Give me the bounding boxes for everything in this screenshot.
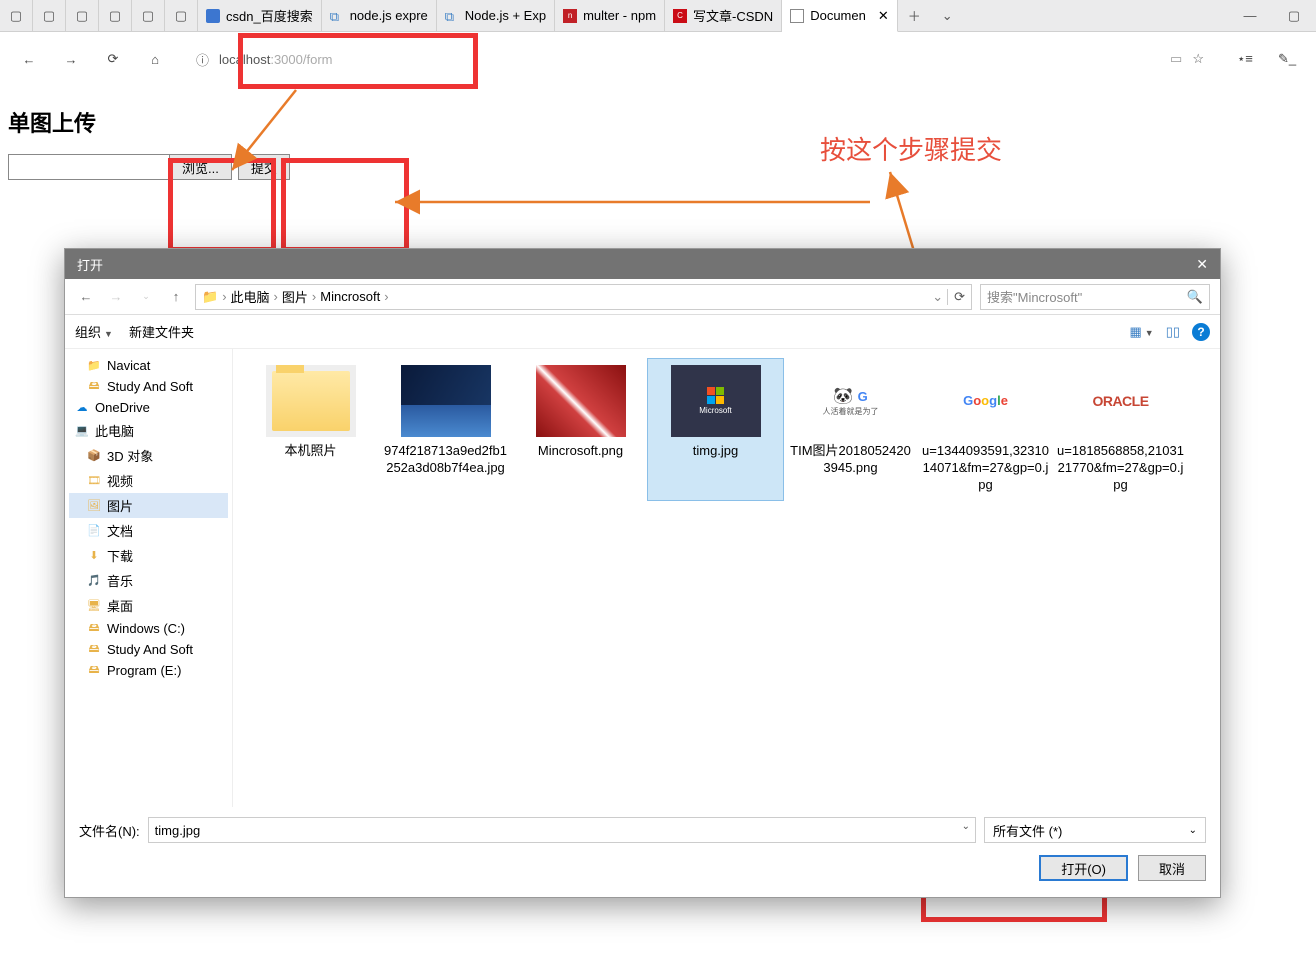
nav-forward-icon[interactable]: → xyxy=(105,286,127,308)
tree-item[interactable]: ☁OneDrive xyxy=(69,397,228,418)
tabbar-square[interactable]: ▢ xyxy=(132,0,165,31)
close-icon[interactable]: ✕ xyxy=(878,8,889,24)
dialog-toolbar: 组织▼ 新建文件夹 ▦▼ ▯▯ ? xyxy=(65,315,1220,349)
info-icon: ⓘ xyxy=(196,50,209,69)
newfolder-button[interactable]: 新建文件夹 xyxy=(129,322,194,341)
browse-button[interactable]: 浏览... xyxy=(169,155,231,179)
cancel-button[interactable]: 取消 xyxy=(1138,855,1206,881)
search-input[interactable]: 搜索"Mincrosoft" 🔍 xyxy=(980,284,1210,310)
close-icon[interactable]: ✕ xyxy=(1196,256,1208,273)
chevron-down-icon[interactable]: ⌄ xyxy=(962,821,970,832)
file-input[interactable]: 浏览... xyxy=(8,154,232,180)
refresh-icon[interactable]: ⟳ xyxy=(947,289,965,305)
tree-item[interactable]: 🖥桌面 xyxy=(69,593,228,618)
file-item[interactable]: Mincrosoft.png xyxy=(513,359,648,500)
search-icon: 🔍 xyxy=(1187,289,1203,305)
browser-tabbar: ▢ ▢ ▢ ▢ ▢ ▢ csdn_百度搜索 ⧉node.js expre ⧉No… xyxy=(0,0,1316,32)
favorites-icon[interactable]: ⋆≡ xyxy=(1232,46,1258,72)
page-content: 单图上传 浏览... 提交 xyxy=(0,86,1316,200)
tabbar-square[interactable]: ▢ xyxy=(99,0,132,31)
folder-icon: 📁 xyxy=(202,289,218,305)
tree-item[interactable]: 🖴Windows (C:) xyxy=(69,618,228,639)
breadcrumb-seg[interactable]: 此电脑 xyxy=(231,287,270,306)
filename-label: 文件名(N): xyxy=(79,821,140,840)
folder-tree[interactable]: 📁Navicat🖴Study And Soft☁OneDrive💻此电脑📦3D … xyxy=(65,349,233,807)
file-item[interactable]: ORACLEu=1818568858,2103121770&fm=27&gp=0… xyxy=(1053,359,1188,500)
filename-input[interactable] xyxy=(148,817,976,843)
submit-button[interactable]: 提交 xyxy=(238,154,290,180)
breadcrumb-seg[interactable]: Mincrosoft xyxy=(320,289,380,304)
file-open-dialog: 打开 ✕ ← → ⌄ ↑ 📁 › 此电脑 › 图片 › Mincrosoft ›… xyxy=(64,248,1221,898)
back-button[interactable]: ← xyxy=(16,46,42,72)
url-path: :3000/form xyxy=(270,52,332,67)
window-maximize[interactable]: ▢ xyxy=(1272,0,1316,31)
chevron-down-icon: ⌄ xyxy=(1189,825,1197,836)
refresh-button[interactable]: ⟳ xyxy=(100,46,126,72)
view-icon[interactable]: ▦▼ xyxy=(1129,324,1153,340)
preview-pane-icon[interactable]: ▯▯ xyxy=(1166,324,1180,340)
nav-recent-icon[interactable]: ⌄ xyxy=(135,286,157,308)
window-minimize[interactable]: — xyxy=(1228,0,1272,31)
annotation-text: 按这个步骤提交 xyxy=(820,130,1002,167)
organize-button[interactable]: 组织▼ xyxy=(75,322,113,341)
reader-icon[interactable]: ▭ xyxy=(1170,51,1182,67)
tree-item[interactable]: 📄文档 xyxy=(69,518,228,543)
tabbar-square[interactable]: ▢ xyxy=(165,0,198,31)
tabbar-square[interactable]: ▢ xyxy=(33,0,66,31)
file-item[interactable]: Microsofttimg.jpg xyxy=(648,359,783,500)
tabbar-square[interactable]: ▢ xyxy=(0,0,33,31)
file-item[interactable]: Googleu=1344093591,3231014071&fm=27&gp=0… xyxy=(918,359,1053,500)
tab-multer[interactable]: nmulter - npm xyxy=(555,0,665,31)
dialog-titlebar: 打开 ✕ xyxy=(65,249,1220,279)
file-item[interactable]: 974f218713a9ed2fb1252a3d08b7f4ea.jpg xyxy=(378,359,513,500)
forward-button[interactable]: → xyxy=(58,46,84,72)
tab-document[interactable]: Documen✕ xyxy=(782,0,898,32)
browser-nav: ← → ⟳ ⌂ ⓘ localhost:3000/form ▭ ☆ ⋆≡ ✎_ xyxy=(0,32,1316,86)
tab-nodejs[interactable]: ⧉node.js expre xyxy=(322,0,437,31)
file-grid[interactable]: 本机照片974f218713a9ed2fb1252a3d08b7f4ea.jpg… xyxy=(233,349,1220,807)
breadcrumb-seg[interactable]: 图片 xyxy=(282,287,308,306)
filetype-select[interactable]: 所有文件 (*) ⌄ xyxy=(984,817,1206,843)
tree-item[interactable]: 🖴Study And Soft xyxy=(69,639,228,660)
help-icon[interactable]: ? xyxy=(1192,323,1210,341)
tree-item[interactable]: 💻此电脑 xyxy=(69,418,228,443)
tab-write-csdn[interactable]: C写文章-CSDN xyxy=(665,0,782,31)
tab-nodejs-ex[interactable]: ⧉Node.js + Exp xyxy=(437,0,555,31)
star-icon[interactable]: ☆ xyxy=(1192,51,1204,67)
tree-item[interactable]: 🖴Program (E:) xyxy=(69,660,228,681)
tree-item[interactable]: ⬇下载 xyxy=(69,543,228,568)
nav-up-icon[interactable]: ↑ xyxy=(165,286,187,308)
tabbar-chevron[interactable]: ⌄ xyxy=(931,0,964,31)
dialog-title: 打开 xyxy=(77,255,103,274)
dialog-nav: ← → ⌄ ↑ 📁 › 此电脑 › 图片 › Mincrosoft › ⌄ ⟳ … xyxy=(65,279,1220,315)
tab-csdn[interactable]: csdn_百度搜索 xyxy=(198,0,322,31)
breadcrumb[interactable]: 📁 › 此电脑 › 图片 › Mincrosoft › ⌄ ⟳ xyxy=(195,284,972,310)
page-title: 单图上传 xyxy=(8,106,1308,138)
tree-item[interactable]: 🖼图片 xyxy=(69,493,228,518)
dialog-bottom: 文件名(N): ⌄ 所有文件 (*) ⌄ 打开(O) 取消 xyxy=(65,807,1220,897)
tree-item[interactable]: 🖴Study And Soft xyxy=(69,376,228,397)
file-item[interactable]: 🐼 G人活着就是为了TIM图片20180524203945.png xyxy=(783,359,918,500)
breadcrumb-dropdown-icon[interactable]: ⌄ xyxy=(932,289,943,305)
tree-item[interactable]: 🎵音乐 xyxy=(69,568,228,593)
tree-item[interactable]: 📦3D 对象 xyxy=(69,443,228,468)
tree-item[interactable]: 📁Navicat xyxy=(69,355,228,376)
url-host: localhost xyxy=(219,52,270,67)
new-tab-button[interactable]: ＋ xyxy=(898,0,931,31)
home-button[interactable]: ⌂ xyxy=(142,46,168,72)
notes-icon[interactable]: ✎_ xyxy=(1274,46,1300,72)
url-bar[interactable]: ⓘ localhost:3000/form ▭ ☆ xyxy=(184,43,1216,75)
file-item[interactable]: 本机照片 xyxy=(243,359,378,500)
tabbar-square[interactable]: ▢ xyxy=(66,0,99,31)
nav-back-icon[interactable]: ← xyxy=(75,286,97,308)
open-button[interactable]: 打开(O) xyxy=(1039,855,1128,881)
tree-item[interactable]: 🎞视频 xyxy=(69,468,228,493)
